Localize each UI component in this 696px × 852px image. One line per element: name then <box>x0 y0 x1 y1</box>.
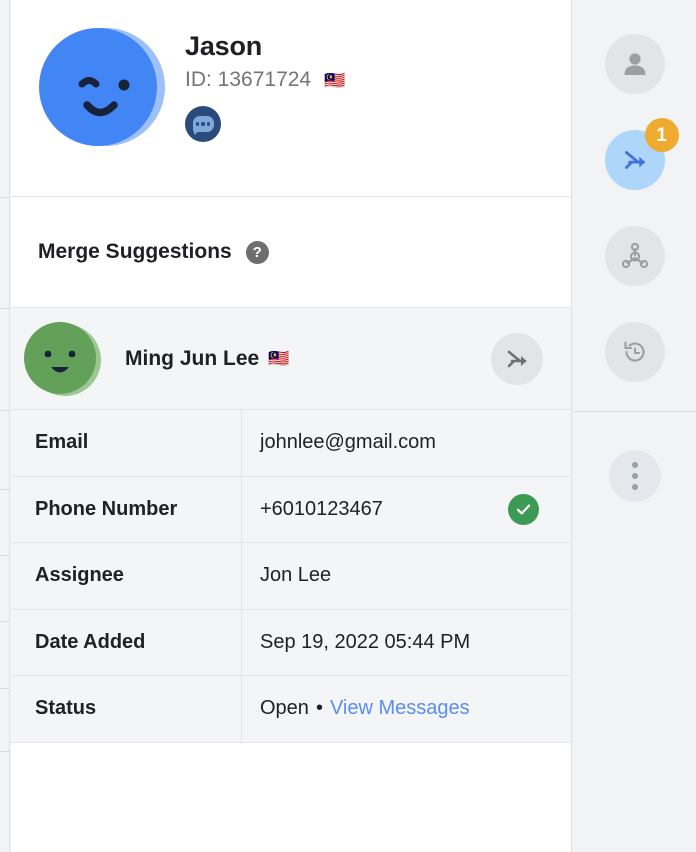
table-row: Assignee Jon Lee <box>11 543 571 610</box>
phone-value: +6010123467 <box>260 497 383 520</box>
check-glyph <box>516 504 531 515</box>
email-value: johnlee@gmail.com <box>260 431 436 454</box>
rail-more-group <box>573 412 696 502</box>
row-value: Open • View Messages <box>242 676 571 742</box>
status-value: Open <box>260 697 309 720</box>
assignee-value: Jon Lee <box>260 564 332 587</box>
left-edge-strip <box>0 0 10 852</box>
merge-arrows-icon <box>507 350 527 367</box>
profile-meta: Jason ID: 13671724 🇲🇾 <box>168 22 345 196</box>
rail-button-history[interactable] <box>604 322 665 382</box>
main-panel: Jason ID: 13671724 🇲🇾 Merge Suggestions … <box>11 0 572 852</box>
profile-header: Jason ID: 13671724 🇲🇾 <box>11 0 571 197</box>
country-flag-icon: 🇲🇾 <box>268 349 290 368</box>
contact-details-table: Email johnlee@gmail.com Phone Number +60… <box>11 410 571 743</box>
more-options-button[interactable] <box>608 450 661 502</box>
person-icon <box>624 53 645 75</box>
row-label: Date Added <box>11 609 242 675</box>
history-restore-icon <box>623 341 645 362</box>
row-label: Email <box>11 410 242 476</box>
page-title: Jason <box>185 31 263 61</box>
suggestion-name: Ming Jun Lee 🇲🇾 <box>102 347 491 371</box>
contact-id-label: ID: 13671724 <box>185 68 312 91</box>
status-separator: • <box>315 697 323 720</box>
row-value: johnlee@gmail.com <box>242 410 571 476</box>
row-value: Sep 19, 2022 05:44 PM <box>242 610 571 676</box>
avatar <box>38 22 168 152</box>
check-circle-icon <box>508 493 539 525</box>
row-value: +6010123467 <box>242 477 571 543</box>
row-label: Status <box>11 676 242 742</box>
table-row: Phone Number +6010123467 <box>11 476 571 543</box>
table-tail-space <box>11 742 571 843</box>
contact-merge-panel: Jason ID: 13671724 🇲🇾 Merge Suggestions … <box>0 0 696 852</box>
merge-arrows-icon <box>624 151 645 169</box>
rail-button-profile[interactable] <box>604 34 665 94</box>
suggestion-name-label: Ming Jun Lee <box>125 346 260 370</box>
merge-suggestion-item[interactable]: Ming Jun Lee 🇲🇾 <box>11 308 571 410</box>
merge-contact-button[interactable] <box>491 332 543 385</box>
merge-suggestions-header: Merge Suggestions ? <box>11 197 571 308</box>
row-value: Jon Lee <box>242 543 571 609</box>
table-row: Status Open • View Messages <box>11 676 571 743</box>
smiley-avatar-green-icon <box>24 321 101 396</box>
country-flag-icon: 🇲🇾 <box>324 70 346 90</box>
chat-bubble-shape <box>192 116 214 135</box>
smiley-avatar-blue-icon <box>39 28 165 146</box>
contact-id: ID: 13671724 🇲🇾 <box>185 66 345 94</box>
rail-button-merge[interactable]: 1 <box>604 118 679 190</box>
right-rail: 1 <box>573 0 696 852</box>
view-messages-link[interactable]: View Messages <box>330 697 470 720</box>
help-question-icon[interactable]: ? <box>245 240 269 264</box>
rail-button-relationships[interactable] <box>604 226 665 286</box>
messenger-chat-icon[interactable] <box>185 106 221 142</box>
network-nodes-icon <box>621 242 648 269</box>
avatar <box>22 319 102 399</box>
rail-icon-group: 1 <box>573 0 696 412</box>
more-vertical-icon-dot <box>631 484 638 490</box>
row-label: Assignee <box>11 543 242 609</box>
merge-suggestions-title: Merge Suggestions <box>38 240 232 263</box>
table-row: Email johnlee@gmail.com <box>11 410 571 477</box>
more-vertical-icon-dot <box>631 473 638 479</box>
table-row: Date Added Sep 19, 2022 05:44 PM <box>11 609 571 676</box>
more-vertical-icon-dot <box>631 462 638 468</box>
date-added-value: Sep 19, 2022 05:44 PM <box>260 630 471 653</box>
row-label: Phone Number <box>11 476 242 542</box>
status-badge: 1 <box>644 118 679 152</box>
